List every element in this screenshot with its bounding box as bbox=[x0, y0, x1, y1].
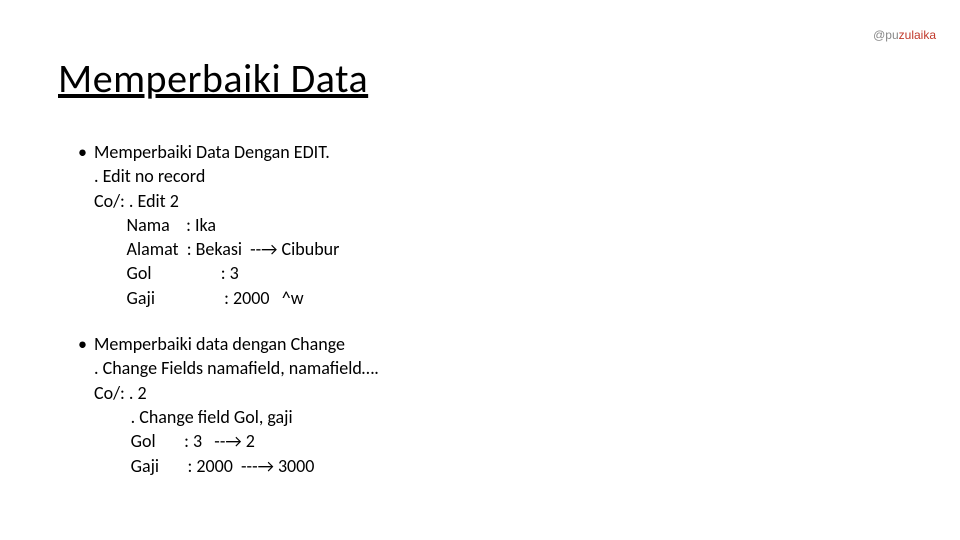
bullet-line: Gol : 3 --→ 2 bbox=[94, 430, 255, 452]
bullet-line: Gaji : 2000 ^w bbox=[94, 287, 304, 309]
bullet-line: . Change field Gol, gaji bbox=[94, 406, 293, 428]
bullet-line: Co/: . Edit 2 bbox=[94, 190, 179, 212]
bullet-line: Nama : Ika bbox=[94, 214, 216, 236]
bullet-body: Memperbaiki Data Dengan EDIT. . Edit no … bbox=[94, 140, 339, 310]
bullet-line: Gol : 3 bbox=[94, 262, 239, 284]
bullet-line: . Change Fields namafield, namafield…. bbox=[94, 357, 379, 379]
bullet-item: • Memperbaiki Data Dengan EDIT. . Edit n… bbox=[78, 140, 379, 310]
bullet-line: Co/: . 2 bbox=[94, 382, 147, 404]
bullet-lead: Memperbaiki data dengan Change bbox=[94, 333, 345, 355]
bullet-lead: Memperbaiki Data Dengan EDIT. bbox=[94, 141, 330, 163]
watermark-grey: @pu bbox=[873, 28, 899, 42]
bullet-item: • Memperbaiki data dengan Change . Chang… bbox=[78, 332, 379, 478]
page-title: Memperbaiki Data bbox=[58, 54, 368, 103]
bullet-body: Memperbaiki data dengan Change . Change … bbox=[94, 332, 379, 478]
watermark-red: zulaika bbox=[899, 28, 936, 42]
bullet-marker: • bbox=[78, 140, 94, 164]
bullet-line: Gaji : 2000 ---→ 3000 bbox=[94, 455, 314, 477]
bullet-marker: • bbox=[78, 332, 94, 356]
watermark: @puzulaika bbox=[873, 28, 936, 42]
bullet-line: . Edit no record bbox=[94, 165, 205, 187]
bullet-line: Alamat : Bekasi --→ Cibubur bbox=[94, 238, 339, 260]
slide-content: • Memperbaiki Data Dengan EDIT. . Edit n… bbox=[78, 140, 379, 478]
